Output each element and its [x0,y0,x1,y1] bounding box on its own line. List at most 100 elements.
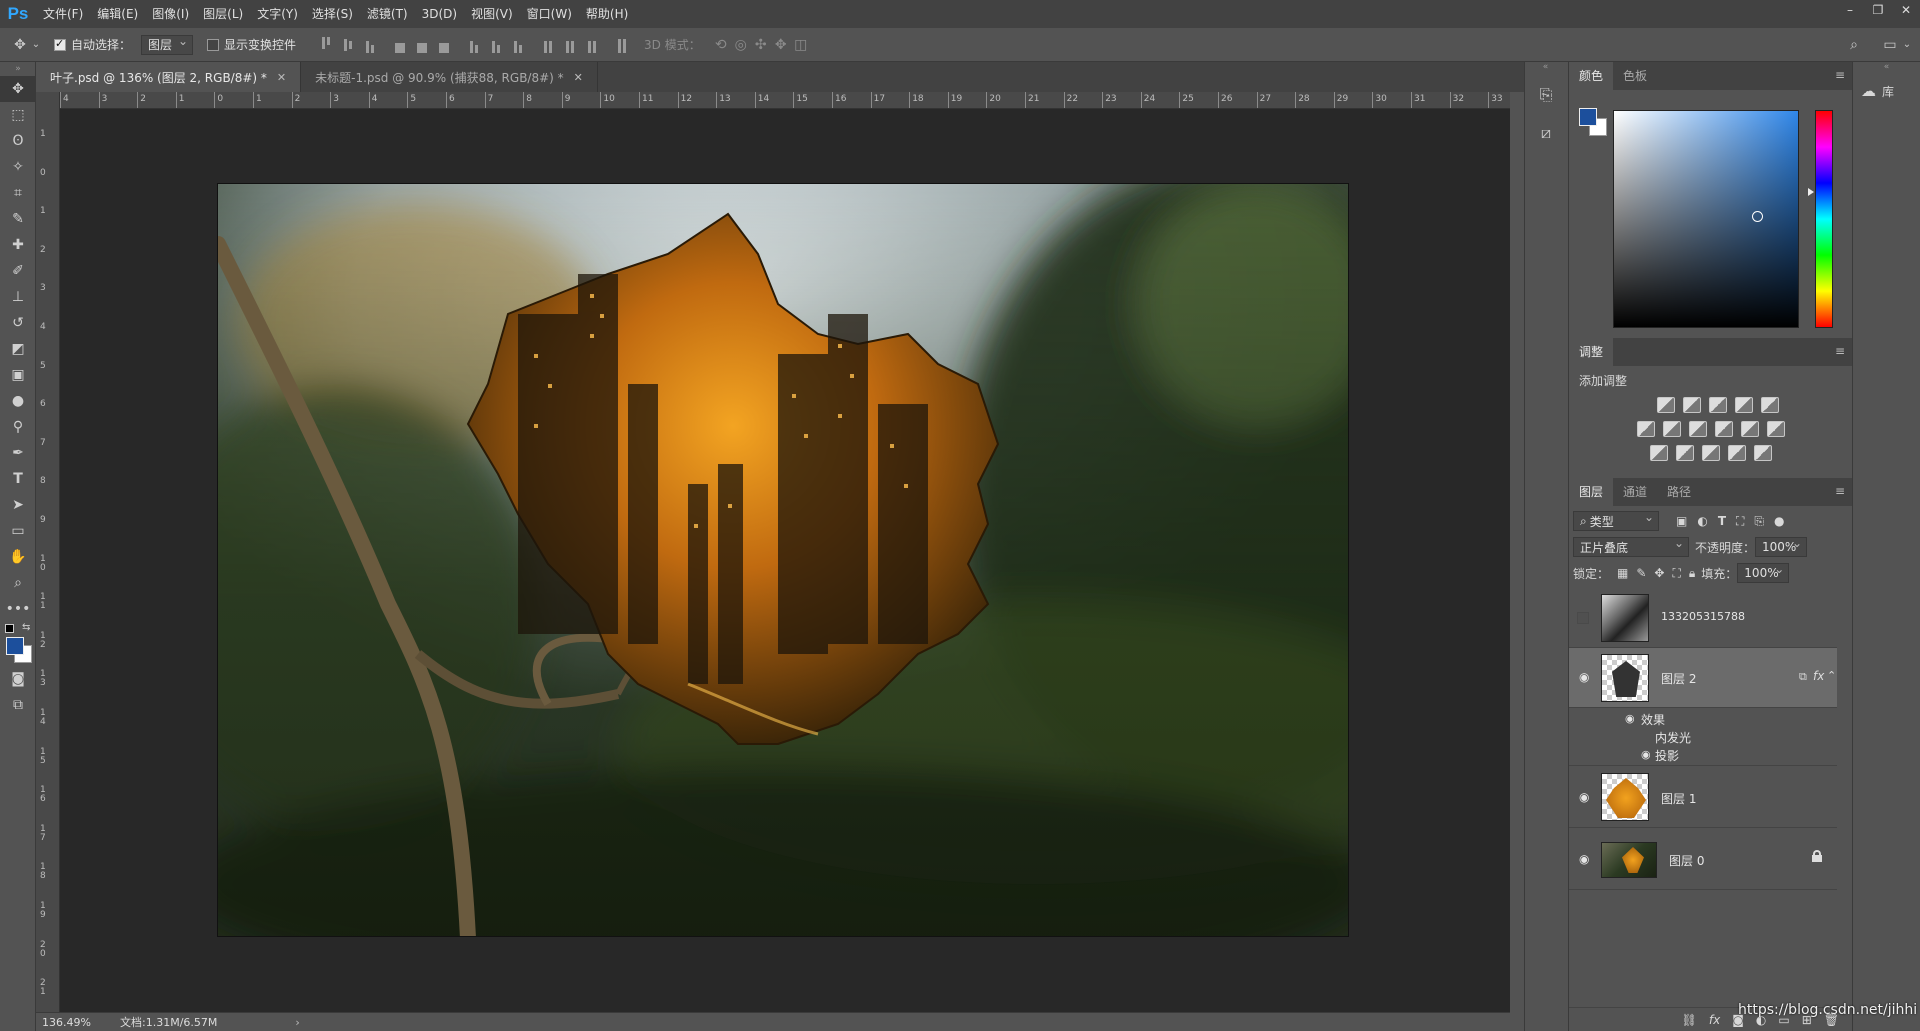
layer-row-layer-1[interactable]: ◉ 图层 1 [1569,766,1837,828]
tab-layers[interactable]: 图层 [1569,478,1614,506]
layer-name[interactable]: 图层 1 [1661,790,1696,807]
curves-icon[interactable] [1709,397,1727,413]
color-picker-field[interactable] [1613,110,1799,328]
vertical-ruler[interactable]: 101234567891 01 11 21 31 41 51 61 71 81 … [36,92,60,1012]
hand-tool-icon[interactable]: ✋ [0,544,36,570]
align-vcenter-icon[interactable] [340,37,356,53]
color-picker-handle[interactable] [1752,211,1763,222]
blend-mode-dropdown[interactable]: 正片叠底 [1573,536,1689,557]
close-icon[interactable]: ✕ [277,71,286,84]
lock-transparency-icon[interactable]: ▦ [1617,566,1628,580]
foreground-color-swatch[interactable] [1579,108,1597,126]
menu-image[interactable]: 图像(I) [145,0,196,28]
tab-swatches[interactable]: 色板 [1613,62,1657,90]
workspace-chevron-icon[interactable]: ⌄ [1900,35,1914,55]
marquee-tool-icon[interactable]: ⬚ [0,102,36,128]
document-canvas[interactable] [217,183,1349,937]
lock-artboard-icon[interactable]: ⛶ [1672,566,1680,581]
distribute-bottom-icon[interactable] [510,37,526,53]
filter-smart-object-icon[interactable]: ⎘ [1754,514,1764,529]
horizontal-ruler[interactable]: 4 3 2 1 0 1 2 3 4 5 6 7 8 9 10 11 12 13 14 15 16 17 18 19 20 21 22… [60,92,1510,109]
eyedropper-tool-icon[interactable]: ✎ [0,206,36,232]
crop-tool-icon[interactable]: ⌗ [0,180,36,206]
layer-name[interactable]: 图层 0 [1669,852,1704,869]
hue-saturation-icon[interactable] [1637,421,1655,437]
path-selection-tool-icon[interactable]: ➤ [0,492,36,518]
screen-mode-icon[interactable]: ⧉ [0,692,36,718]
zoom-tool-icon[interactable]: ⌕ [0,570,36,596]
default-colors-icon[interactable] [5,624,14,633]
tab-untitled-psd[interactable]: 未标题-1.psd @ 90.9% (捕获88, RGB/8#) * ✕ [301,62,598,92]
filter-pixel-icon[interactable]: ▣ [1676,514,1687,528]
collapse-effects-icon[interactable]: ⌃ [1827,669,1836,682]
distribute-top-icon[interactable] [466,37,482,53]
more-tools-icon[interactable]: ••• [0,596,36,622]
panel-menu-icon[interactable]: ≡ [1835,484,1845,498]
clone-stamp-tool-icon[interactable]: ⊥ [0,284,36,310]
tab-color[interactable]: 颜色 [1569,62,1614,90]
levels-icon[interactable] [1683,397,1701,413]
menu-select[interactable]: 选择(S) [305,0,360,28]
tab-channels[interactable]: 通道 [1613,478,1657,506]
posterize-icon[interactable] [1676,445,1694,461]
color-balance-icon[interactable] [1663,421,1681,437]
menu-window[interactable]: 窗口(W) [520,0,579,28]
fx-icon[interactable]: fx [1813,669,1824,683]
panel-menu-icon[interactable]: ≡ [1835,344,1845,358]
lock-pixels-icon[interactable]: ✎ [1636,566,1646,580]
close-window-button[interactable]: ✕ [1892,0,1920,20]
3d-pan-icon[interactable]: ✣ [751,35,771,55]
pen-tool-icon[interactable]: ✒ [0,440,36,466]
menu-edit[interactable]: 编辑(E) [90,0,145,28]
workspace-icon[interactable]: ▭ [1880,35,1900,55]
search-icon[interactable]: ⌕ [1844,35,1864,55]
opacity-input[interactable]: 100% [1755,536,1808,557]
layer-filter-dropdown[interactable]: ⌕ 类型 [1573,510,1659,531]
add-style-icon[interactable]: fx [1709,1013,1720,1027]
3d-camera-icon[interactable]: ◫ [791,35,811,55]
3d-rotate-icon[interactable]: ⟲ [711,35,731,55]
lasso-tool-icon[interactable]: ʘ [0,128,36,154]
auto-select-target-dropdown[interactable]: 图层 [141,34,194,55]
gradient-map-icon[interactable] [1754,445,1772,461]
vibrance-icon[interactable] [1761,397,1779,413]
hue-slider[interactable] [1815,110,1833,328]
3d-roll-icon[interactable]: ◎ [731,35,751,55]
link-layers-icon[interactable]: ⛓ [1682,1013,1697,1027]
invert-icon[interactable] [1650,445,1668,461]
align-right-icon[interactable] [436,37,452,53]
filter-toggle-icon[interactable]: ● [1774,514,1784,528]
align-bottom-icon[interactable] [362,37,378,53]
distribute-left-icon[interactable] [540,37,556,53]
canvas-area[interactable] [60,109,1510,1012]
color-lookup-icon[interactable] [1767,421,1785,437]
layer-name[interactable]: 133205315788 [1661,610,1745,623]
close-icon[interactable]: ✕ [574,71,583,84]
tab-leaf-psd[interactable]: 叶子.psd @ 136% (图层 2, RGB/8#) * ✕ [36,62,302,92]
layer-row-layer-2[interactable]: ◉ 图层 2 ⧉ fx ⌃ [1569,648,1837,708]
tab-adjustments[interactable]: 调整 [1569,338,1614,366]
status-menu-chevron-icon[interactable]: › [295,1016,299,1029]
eye-icon[interactable]: ◉ [1579,670,1595,684]
menu-help[interactable]: 帮助(H) [579,0,635,28]
align-top-icon[interactable] [318,36,334,53]
brush-tool-icon[interactable]: ✐ [0,258,36,284]
effect-inner-glow[interactable]: 内发光 [1655,729,1691,746]
menu-view[interactable]: 视图(V) [464,0,520,28]
properties-panel-icon[interactable]: ⧄ [1525,114,1567,152]
libraries-button[interactable]: ☁ 库 [1853,76,1920,106]
selective-color-icon[interactable] [1728,445,1746,461]
exposure-icon[interactable] [1735,397,1753,413]
photo-filter-icon[interactable] [1715,421,1733,437]
show-transform-checkbox[interactable] [207,38,220,51]
layer-row-133205315788[interactable]: 133205315788 [1569,588,1837,648]
menu-file[interactable]: 文件(F) [36,0,90,28]
type-tool-icon[interactable]: T [0,466,36,492]
fill-input[interactable]: 100% [1737,562,1790,583]
healing-brush-tool-icon[interactable]: ✚ [0,232,36,258]
history-panel-icon[interactable]: ⎘ [1525,76,1567,114]
menu-3d[interactable]: 3D(D) [415,0,464,28]
panel-collapse-icon[interactable]: » [0,62,36,76]
layer-row-layer-0[interactable]: ◉ 图层 0 [1569,828,1837,890]
effect-drop-shadow[interactable]: 投影 [1655,747,1679,764]
